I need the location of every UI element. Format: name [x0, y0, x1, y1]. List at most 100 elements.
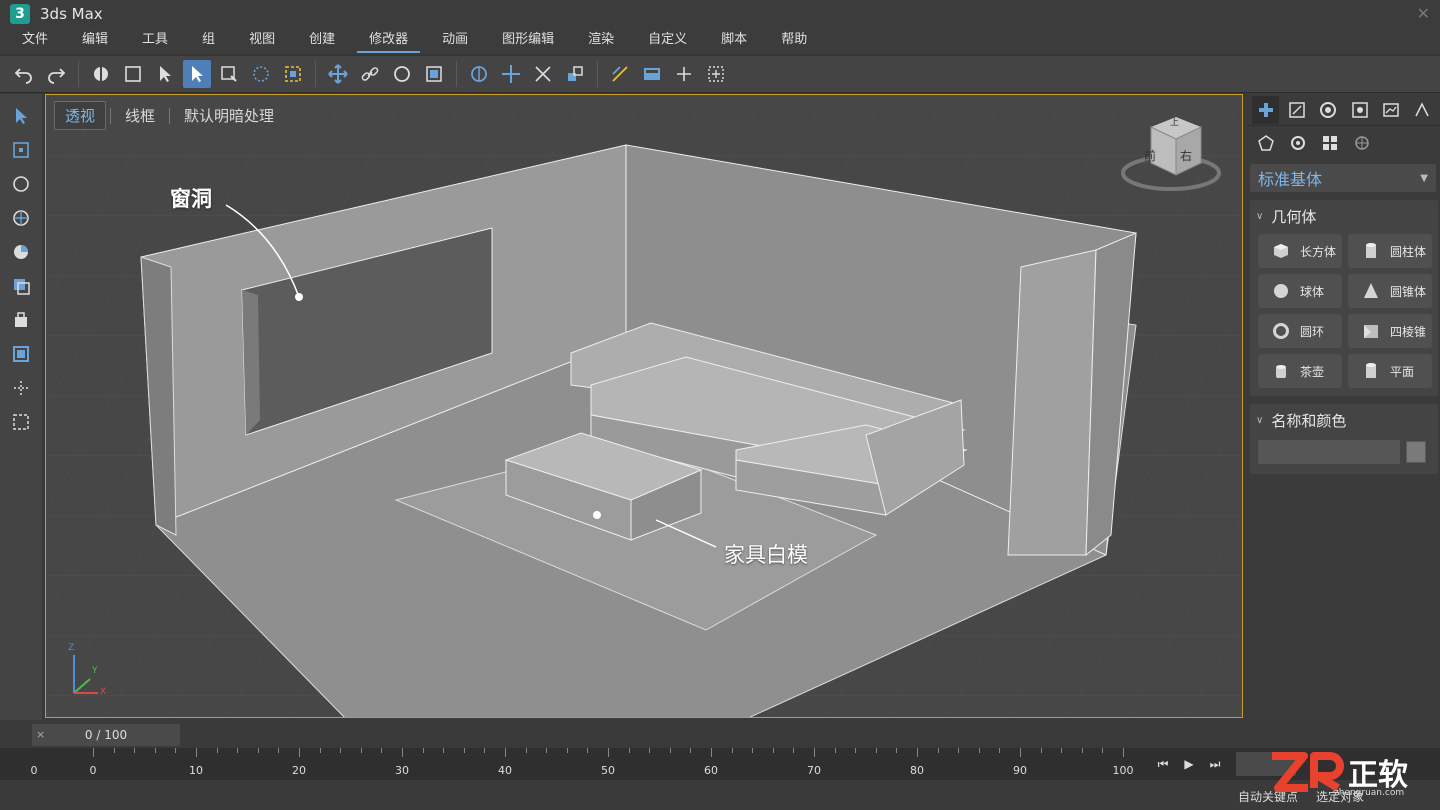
menu-item[interactable]: 组	[190, 27, 227, 53]
orbit-icon[interactable]	[7, 204, 35, 232]
object-name-input[interactable]	[1258, 440, 1400, 464]
primitive-type-dropdown[interactable]: 标准基体 ▼	[1250, 164, 1436, 192]
ruler-tick-label: 70	[807, 764, 821, 777]
perspective-viewport[interactable]: 透视 线框 默认明暗处理 窗洞 家具白模 前 右 上 Z Y X	[45, 94, 1243, 718]
region-select-icon[interactable]	[247, 60, 275, 88]
go-to-start-icon[interactable]: ⏮	[1152, 753, 1174, 775]
menu-item[interactable]: 渲染	[576, 27, 626, 53]
left-toolbar	[0, 94, 42, 720]
select-filter-icon[interactable]	[119, 60, 147, 88]
viewcube-top-label[interactable]: 上	[1170, 115, 1179, 128]
grid-snap-icon[interactable]	[670, 60, 698, 88]
torus-button[interactable]: 圆环	[1258, 314, 1342, 348]
plane-button[interactable]: 平面	[1348, 354, 1432, 388]
motion-tab-icon[interactable]	[1346, 96, 1373, 124]
viewport-label-divider	[169, 107, 171, 124]
layers-tool-icon[interactable]	[7, 272, 35, 300]
ruler-tick	[649, 748, 651, 753]
menu-item[interactable]: 文件	[10, 27, 60, 53]
close-icon[interactable]: ✕	[1417, 4, 1430, 23]
viewport-perspective-label[interactable]: 透视	[54, 101, 107, 130]
close-icon[interactable]: ×	[36, 728, 45, 741]
snap-tool-icon[interactable]	[7, 374, 35, 402]
menu-item[interactable]: 帮助	[769, 27, 819, 53]
ruler-tick	[443, 748, 445, 753]
layer-icon[interactable]	[638, 60, 666, 88]
ruler-tick	[257, 748, 259, 753]
menu-item[interactable]: 视图	[237, 27, 287, 53]
measure-icon[interactable]	[702, 60, 730, 88]
menu-item[interactable]: 自定义	[636, 27, 699, 53]
cone-button[interactable]: 圆锥体	[1348, 274, 1432, 308]
ruler-tick	[1040, 748, 1042, 753]
menu-item[interactable]: 修改器	[357, 27, 421, 53]
rotate-icon[interactable]	[388, 60, 416, 88]
ruler-tick	[422, 748, 424, 753]
move-gizmo-icon[interactable]	[497, 60, 525, 88]
chain-link-icon[interactable]	[356, 60, 384, 88]
geometry-rollout-header[interactable]: ∨ 几何体	[1250, 200, 1438, 232]
move-icon[interactable]	[324, 60, 352, 88]
scene-render	[46, 95, 1242, 717]
ruler-tick	[690, 748, 692, 753]
scale-gizmo-icon[interactable]	[529, 60, 557, 88]
link-icon[interactable]	[87, 60, 115, 88]
menu-item[interactable]: 创建	[297, 27, 347, 53]
sphere-button[interactable]: 球体	[1258, 274, 1342, 308]
hierarchy-tab-icon[interactable]	[1315, 96, 1342, 124]
sphere-icon	[1270, 280, 1292, 302]
toolbar-divider	[78, 61, 79, 87]
viewcube-right-label[interactable]: 右	[1180, 147, 1192, 164]
ruler-tick-label: 30	[395, 764, 409, 777]
box-button[interactable]: 长方体	[1258, 234, 1342, 268]
select-arrow-icon[interactable]	[7, 102, 35, 130]
select-object-icon[interactable]	[183, 60, 211, 88]
frame-tool-icon[interactable]	[7, 340, 35, 368]
lights-category-icon[interactable]	[1316, 129, 1344, 157]
ruler-tick	[917, 748, 918, 757]
geometry-category-icon[interactable]	[1252, 129, 1280, 157]
menu-item[interactable]: 工具	[130, 27, 180, 53]
ruler-tick	[319, 748, 321, 753]
pie-tool-icon[interactable]	[7, 238, 35, 266]
cameras-category-icon[interactable]	[1348, 129, 1376, 157]
shapes-category-icon[interactable]	[1284, 129, 1312, 157]
align-icon[interactable]	[606, 60, 634, 88]
select-by-name-icon[interactable]	[215, 60, 243, 88]
modify-tab-icon[interactable]	[1283, 96, 1310, 124]
frame-ruler[interactable]: 0 10 20 30 40 50 60 70 80 90 100 0	[28, 748, 1140, 780]
menu-item[interactable]: 脚本	[709, 27, 759, 53]
teapot-button[interactable]: 茶壶	[1258, 354, 1342, 388]
viewport-shading-label[interactable]: 默认明暗处理	[174, 102, 284, 129]
select-icon[interactable]	[151, 60, 179, 88]
undo-icon[interactable]	[10, 60, 38, 88]
display-tab-icon[interactable]	[1377, 96, 1404, 124]
pyramid-button[interactable]: 四棱锥	[1348, 314, 1432, 348]
region-box-icon[interactable]	[7, 136, 35, 164]
ruler-tick	[134, 748, 136, 753]
redo-icon[interactable]	[42, 60, 70, 88]
scale-icon[interactable]	[420, 60, 448, 88]
snap-toggle-icon[interactable]	[465, 60, 493, 88]
cylinder-button[interactable]: 圆柱体	[1348, 234, 1432, 268]
go-to-end-icon[interactable]: ⏭	[1204, 753, 1226, 775]
time-slider[interactable]: 0 / 100	[32, 724, 180, 746]
circle-select-icon[interactable]	[7, 170, 35, 198]
viewcube-front-label[interactable]: 前	[1144, 147, 1156, 164]
create-tab-icon[interactable]	[1252, 95, 1280, 124]
ruler-tick	[1102, 748, 1104, 753]
menu-item[interactable]: 图形编辑	[490, 27, 566, 53]
name-color-rollout-header[interactable]: ∨ 名称和颜色	[1250, 404, 1438, 436]
mirror-icon[interactable]	[561, 60, 589, 88]
window-crossing-icon[interactable]	[279, 60, 307, 88]
menu-item[interactable]: 编辑	[70, 27, 120, 53]
play-icon[interactable]: ▶	[1178, 753, 1200, 775]
track-bar[interactable]: 0 10 20 30 40 50 60 70 80 90 100 0 ⏮ ▶ ⏭	[0, 748, 1440, 780]
marquee-tool-icon[interactable]	[7, 408, 35, 436]
toolbar-divider	[597, 61, 598, 87]
bag-tool-icon[interactable]	[7, 306, 35, 334]
object-color-swatch[interactable]	[1406, 441, 1426, 463]
menu-item[interactable]: 动画	[430, 27, 480, 53]
viewport-wireframe-label[interactable]: 线框	[115, 102, 165, 129]
utilities-tab-icon[interactable]	[1409, 96, 1436, 124]
